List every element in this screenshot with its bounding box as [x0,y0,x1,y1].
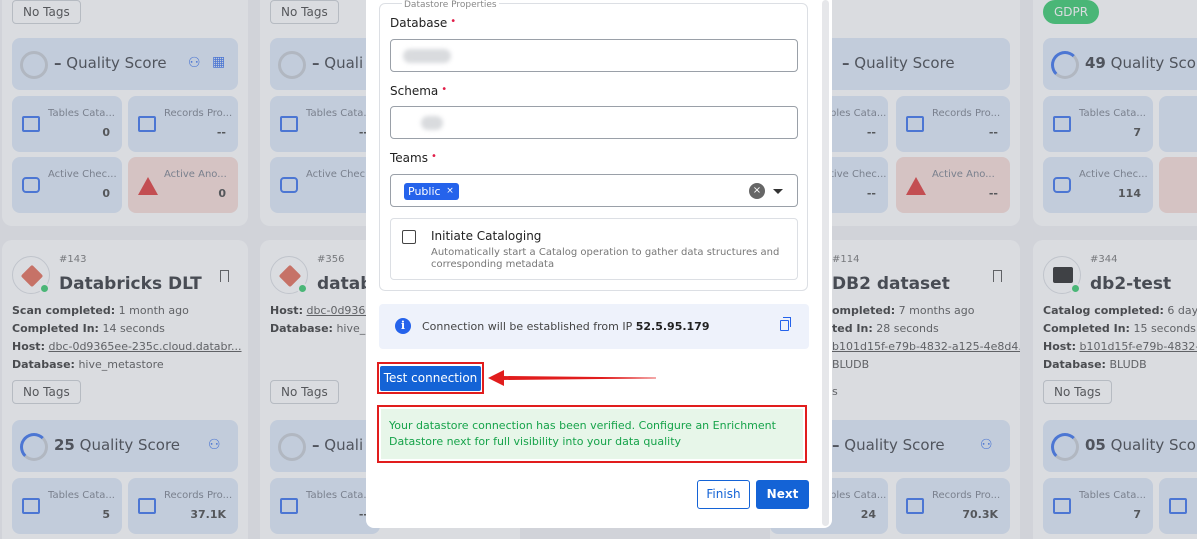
teams-label: Teams • [390,151,437,165]
teams-select[interactable]: Public × × [390,174,798,207]
redacted-value [421,116,443,130]
initiate-cataloging-checkbox[interactable] [402,230,416,244]
success-message: Your datastore connection has been verif… [389,419,776,448]
next-button[interactable]: Next [756,480,809,509]
initiate-cataloging-option[interactable]: Initiate Cataloging Automatically start … [390,218,798,280]
schema-label: Schema • [390,84,448,98]
database-input[interactable] [390,39,798,72]
ip-address: 52.5.95.179 [635,320,710,333]
finish-button[interactable]: Finish [697,480,750,509]
team-chip-public: Public × [404,183,459,200]
cataloging-description: Automatically start a Catalog operation … [431,247,780,270]
remove-chip-icon[interactable]: × [445,186,456,197]
chevron-down-icon[interactable] [773,189,783,194]
connection-info-banner: i Connection will be established from IP… [379,304,809,349]
test-connection-button[interactable]: Test connection [380,366,481,391]
schema-input[interactable] [390,106,798,139]
redacted-value [403,49,451,63]
connection-success-alert: Your datastore connection has been verif… [381,409,803,459]
section-title: Datastore Properties [402,0,499,10]
annotation-arrow-icon [488,370,504,386]
modal-scrollbar[interactable] [822,0,829,526]
cataloging-title: Initiate Cataloging [431,229,542,243]
database-label: Database • [390,16,457,30]
clear-selection-icon[interactable]: × [749,183,765,199]
info-icon: i [395,318,411,334]
copy-icon[interactable] [780,317,791,331]
datastore-properties-section: Datastore Properties Database • Schema • T… [379,0,808,291]
